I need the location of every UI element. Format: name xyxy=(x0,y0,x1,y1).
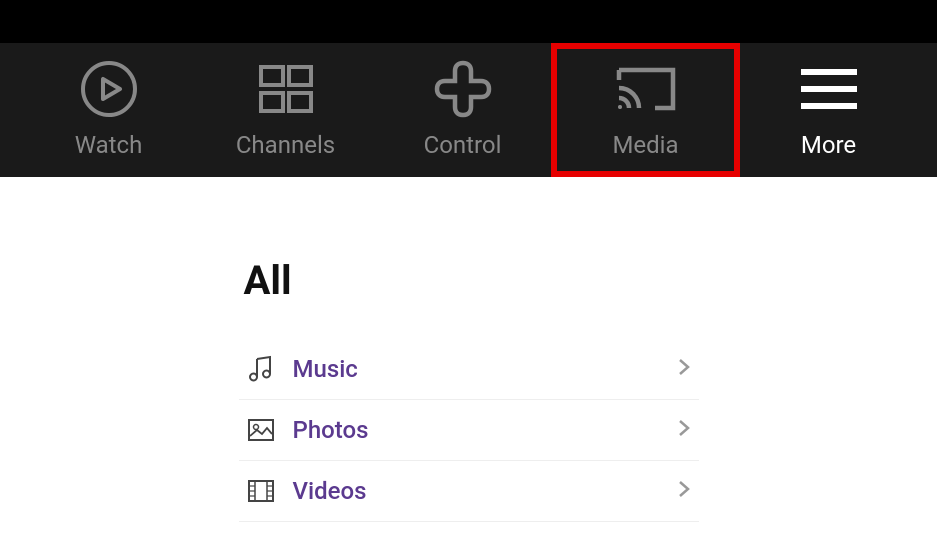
nav-item-watch[interactable]: Watch xyxy=(20,43,197,177)
nav-label-control: Control xyxy=(424,131,502,159)
list-label-videos: Videos xyxy=(293,477,677,505)
chevron-right-icon xyxy=(677,418,691,442)
section-title: All xyxy=(239,257,699,304)
list-item-videos[interactable]: Videos xyxy=(239,461,699,522)
chevron-right-icon xyxy=(677,479,691,503)
chevron-right-icon xyxy=(677,357,691,381)
list-label-photos: Photos xyxy=(293,416,677,444)
nav-label-watch: Watch xyxy=(75,131,143,159)
nav-label-channels: Channels xyxy=(236,131,335,159)
nav-label-more: More xyxy=(801,131,856,159)
status-bar xyxy=(0,0,937,43)
list-item-photos[interactable]: Photos xyxy=(239,400,699,461)
nav-item-media[interactable]: Media xyxy=(551,43,740,177)
nav-item-more[interactable]: More xyxy=(740,43,917,177)
hamburger-icon xyxy=(799,61,859,117)
nav-bar: Watch Channels Control xyxy=(0,43,937,177)
play-circle-icon xyxy=(80,61,138,117)
dpad-icon xyxy=(433,61,493,117)
list-label-music: Music xyxy=(293,355,677,383)
music-icon xyxy=(247,355,275,383)
nav-label-media: Media xyxy=(612,131,678,159)
nav-item-channels[interactable]: Channels xyxy=(197,43,374,177)
photo-icon xyxy=(247,416,275,444)
main-content: All Music xyxy=(0,177,937,542)
grid-icon xyxy=(257,61,315,117)
list-item-music[interactable]: Music xyxy=(239,339,699,400)
nav-item-control[interactable]: Control xyxy=(374,43,551,177)
cast-icon xyxy=(615,61,677,117)
film-icon xyxy=(247,477,275,505)
